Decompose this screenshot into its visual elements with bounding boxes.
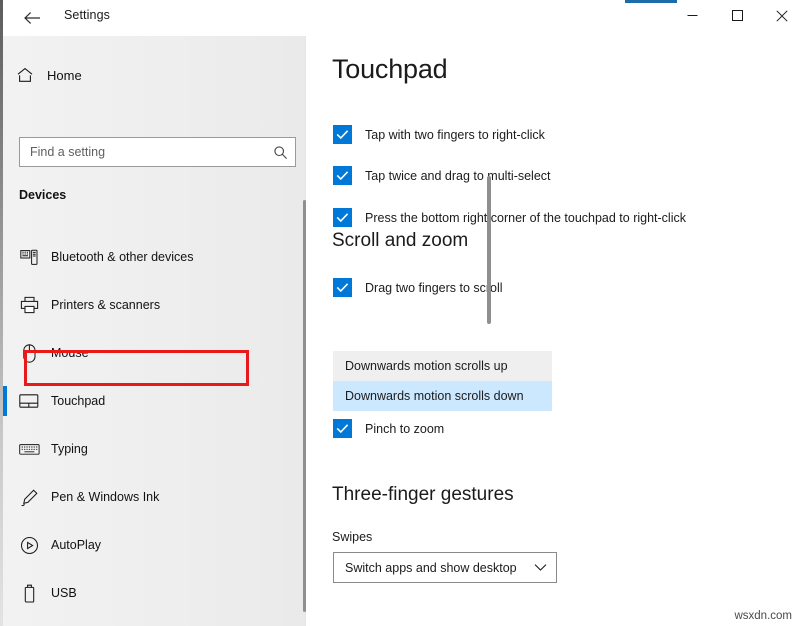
page-title: Touchpad bbox=[332, 54, 448, 84]
checkbox-row-tap-two-fingers[interactable]: Tap with two fingers to right-click bbox=[333, 125, 545, 144]
chevron-down-icon bbox=[534, 563, 547, 572]
sidebar-item-label: USB bbox=[51, 586, 77, 600]
selection-accent bbox=[3, 434, 7, 464]
window-left-border bbox=[0, 0, 3, 626]
title-bar: Settings bbox=[3, 0, 800, 36]
search-input[interactable] bbox=[20, 145, 265, 159]
selection-accent bbox=[3, 578, 7, 608]
sidebar-nav-list: Bluetooth & other devices Printers & sca… bbox=[3, 233, 305, 617]
sidebar-item-label: Mouse bbox=[51, 346, 89, 360]
home-icon bbox=[3, 66, 47, 84]
checkbox-checked-icon[interactable] bbox=[333, 166, 352, 185]
checkbox-checked-icon[interactable] bbox=[333, 125, 352, 144]
swipes-dropdown[interactable]: Switch apps and show desktop bbox=[333, 552, 557, 583]
main-content: Touchpad Tap with two fingers to right-c… bbox=[306, 36, 800, 626]
checkbox-checked-icon[interactable] bbox=[333, 278, 352, 297]
sidebar-scrollbar-thumb[interactable] bbox=[303, 200, 306, 612]
sidebar-item-bluetooth-other-devices[interactable]: Bluetooth & other devices bbox=[3, 233, 305, 281]
checkbox-checked-icon[interactable] bbox=[333, 419, 352, 438]
touchpad-icon bbox=[7, 393, 51, 409]
selection-accent bbox=[3, 242, 7, 272]
checkbox-label: Drag two fingers to scroll bbox=[365, 280, 503, 295]
sidebar-item-label: Typing bbox=[51, 442, 88, 456]
printer-icon bbox=[7, 296, 51, 314]
sidebar-group-title: Devices bbox=[19, 188, 67, 202]
sidebar-item-typing[interactable]: Typing bbox=[3, 425, 305, 473]
scroll-direction-dropdown-list[interactable]: Downwards motion scrolls up Downwards mo… bbox=[333, 351, 552, 411]
section-heading-scroll-and-zoom: Scroll and zoom bbox=[332, 230, 469, 251]
sidebar-item-autoplay[interactable]: AutoPlay bbox=[3, 521, 305, 569]
usb-icon bbox=[7, 584, 51, 603]
pen-icon bbox=[7, 488, 51, 507]
checkbox-label: Press the bottom right corner of the tou… bbox=[365, 210, 686, 225]
sidebar-item-label: AutoPlay bbox=[51, 538, 102, 552]
minimize-button[interactable] bbox=[669, 0, 715, 31]
dropdown-option-scrolls-down[interactable]: Downwards motion scrolls down bbox=[333, 381, 552, 411]
sidebar-home-label: Home bbox=[47, 67, 82, 83]
back-arrow-icon[interactable] bbox=[17, 4, 47, 32]
search-box[interactable] bbox=[19, 137, 296, 167]
sidebar-item-usb[interactable]: USB bbox=[3, 569, 305, 617]
app-title: Settings bbox=[64, 8, 110, 22]
search-icon bbox=[265, 145, 295, 160]
close-button[interactable] bbox=[759, 0, 800, 31]
autoplay-icon bbox=[7, 536, 51, 555]
section-heading-three-finger-gestures: Three-finger gestures bbox=[332, 484, 514, 505]
sidebar-item-home[interactable]: Home bbox=[3, 56, 305, 94]
keyboard-icon bbox=[7, 443, 51, 456]
settings-window: Settings Home Find a setting Devices Blu… bbox=[0, 0, 800, 626]
checkbox-row-tap-twice-drag[interactable]: Tap twice and drag to multi-select bbox=[333, 166, 551, 185]
sidebar-item-label: Pen & Windows Ink bbox=[51, 490, 160, 504]
checkbox-label: Tap with two fingers to right-click bbox=[365, 127, 545, 142]
swipes-label: Swipes bbox=[332, 530, 373, 544]
sidebar-item-label: Touchpad bbox=[51, 394, 106, 408]
dropdown-option-scrolls-up[interactable]: Downwards motion scrolls up bbox=[333, 351, 552, 381]
bluetooth-devices-icon bbox=[7, 249, 51, 266]
sidebar-item-label: Bluetooth & other devices bbox=[51, 250, 194, 264]
checkbox-row-pinch-to-zoom[interactable]: Pinch to zoom bbox=[333, 419, 444, 438]
sidebar-item-touchpad[interactable]: Touchpad bbox=[3, 377, 305, 425]
swipes-dropdown-value: Switch apps and show desktop bbox=[345, 560, 517, 575]
checkbox-label: Tap twice and drag to multi-select bbox=[365, 168, 551, 183]
checkbox-row-drag-two-fingers[interactable]: Drag two fingers to scroll bbox=[333, 278, 503, 297]
content-scrollbar-thumb[interactable] bbox=[487, 176, 491, 324]
selection-accent bbox=[3, 290, 7, 320]
checkbox-checked-icon[interactable] bbox=[333, 208, 352, 227]
sidebar: Home Devices bbox=[3, 36, 305, 626]
mouse-icon bbox=[7, 343, 51, 363]
selection-accent bbox=[3, 530, 7, 560]
maximize-button[interactable] bbox=[714, 0, 760, 31]
selection-accent bbox=[3, 386, 7, 416]
sidebar-item-printers-scanners[interactable]: Printers & scanners bbox=[3, 281, 305, 329]
selection-accent bbox=[3, 482, 7, 512]
watermark: wsxdn.com bbox=[734, 610, 792, 622]
checkbox-row-press-bottom-right[interactable]: Press the bottom right corner of the tou… bbox=[333, 208, 686, 227]
sidebar-item-label: Printers & scanners bbox=[51, 298, 161, 312]
window-top-accent-strip bbox=[625, 0, 677, 3]
sidebar-item-mouse[interactable]: Mouse bbox=[3, 329, 305, 377]
checkbox-label: Pinch to zoom bbox=[365, 421, 445, 436]
selection-accent bbox=[3, 338, 7, 368]
sidebar-item-pen-windows-ink[interactable]: Pen & Windows Ink bbox=[3, 473, 305, 521]
